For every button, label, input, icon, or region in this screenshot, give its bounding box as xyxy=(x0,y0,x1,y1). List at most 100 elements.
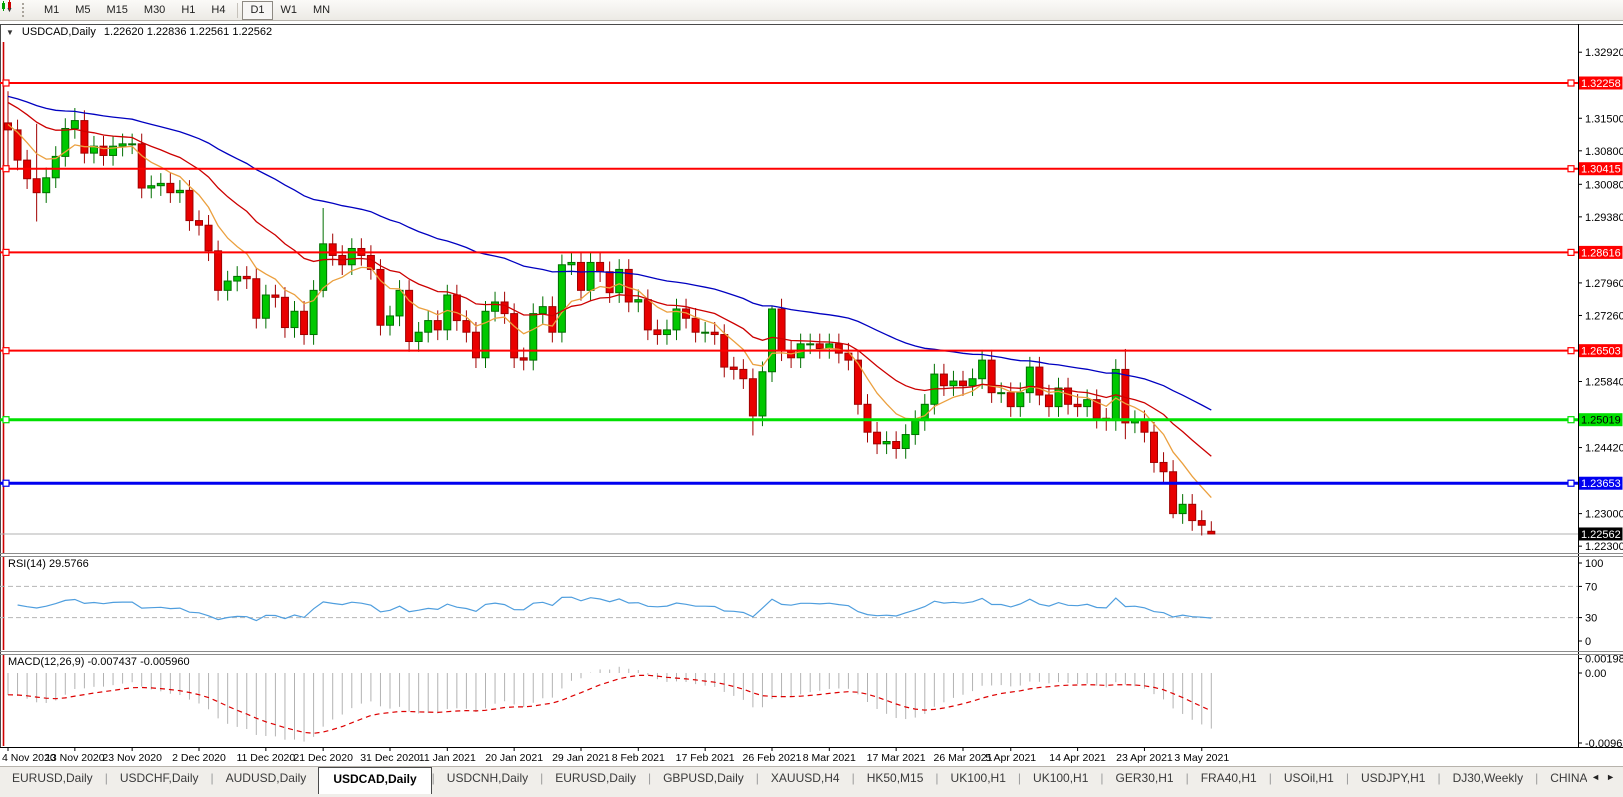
ma-line-8[interactable] xyxy=(7,123,1212,499)
candle-body xyxy=(70,120,79,129)
tab-xauusd-h4[interactable]: XAUUSD,H4 xyxy=(759,767,852,789)
chart-type-button[interactable]: ▼ xyxy=(2,0,16,15)
tab-eurusd-daily[interactable]: EURUSD,Daily xyxy=(543,767,648,789)
candle-body xyxy=(978,359,987,380)
rsi-axis-label: 0 xyxy=(1585,636,1591,648)
candle-body xyxy=(462,320,471,333)
date-tick-label: 11 Jan 2021 xyxy=(419,752,476,764)
tab-eurusd-daily[interactable]: EURUSD,Daily xyxy=(0,767,105,789)
timeframe-button-m30[interactable]: M30 xyxy=(136,1,173,20)
collapse-triangle-icon[interactable]: ▼ xyxy=(6,28,14,37)
price-tick-label: 1.25840 xyxy=(1585,377,1623,389)
date-tick-label: 17 Mar 2021 xyxy=(867,752,926,764)
date-tick-label: 23 Apr 2021 xyxy=(1116,752,1173,764)
tab-gbpusd-daily[interactable]: GBPUSD,Daily xyxy=(651,767,756,789)
candle-body xyxy=(815,343,824,349)
tab-usoil-h1[interactable]: USOil,H1 xyxy=(1272,767,1346,789)
tab-usdjpy-h1[interactable]: USDJPY,H1 xyxy=(1349,767,1437,789)
current-price-text: 1.22562 xyxy=(1581,529,1621,541)
candle-body xyxy=(347,247,356,266)
candle-body xyxy=(1159,461,1168,473)
macd-label: MACD(12,26,9) -0.007437 -0.005960 xyxy=(8,656,190,668)
tab-scroll-arrows: ◄ ► xyxy=(1587,767,1623,782)
date-tick-label: 29 Jan 2021 xyxy=(552,752,610,764)
timeframe-button-m5[interactable]: M5 xyxy=(67,1,98,20)
hline-handle[interactable] xyxy=(1567,479,1575,487)
hline-handle[interactable] xyxy=(1567,79,1575,87)
candle-body xyxy=(1197,520,1206,526)
candle-body xyxy=(691,317,700,333)
price-tick-label: 1.30800 xyxy=(1585,146,1623,158)
date-tick-label: 31 Dec 2020 xyxy=(360,752,420,764)
date-tick-label: 23 Nov 2020 xyxy=(102,752,162,764)
date-tick-label: 8 Feb 2021 xyxy=(612,752,665,764)
hline-handle[interactable] xyxy=(1567,347,1575,355)
timeframe-button-w1[interactable]: W1 xyxy=(273,1,306,20)
candle-body xyxy=(51,155,60,179)
candle-body xyxy=(911,420,920,436)
tab-uk100-h1[interactable]: UK100,H1 xyxy=(939,767,1018,789)
candle-body xyxy=(185,189,194,222)
candle-body xyxy=(1178,503,1187,515)
timeframe-button-m15[interactable]: M15 xyxy=(99,1,136,20)
hline-handle[interactable] xyxy=(1567,416,1575,424)
hline-handle[interactable] xyxy=(2,165,10,173)
rsi-line xyxy=(17,596,1212,622)
date-tick-label: 11 Dec 2020 xyxy=(236,752,295,764)
tab-uk100-h1[interactable]: UK100,H1 xyxy=(1021,767,1100,789)
candle-body xyxy=(1169,471,1178,515)
scroll-left-icon[interactable]: ◄ xyxy=(1591,772,1600,782)
timeframe-button-d1[interactable]: D1 xyxy=(242,0,273,20)
tab-usdcnh-daily[interactable]: USDCNH,Daily xyxy=(435,767,540,789)
candle-body xyxy=(653,329,662,336)
tab-hk50-m15[interactable]: HK50,M15 xyxy=(855,767,936,789)
rsi-axis-label: 70 xyxy=(1585,581,1597,593)
hline-handle[interactable] xyxy=(1567,248,1575,256)
price-tick-label: 1.24420 xyxy=(1585,443,1623,455)
hline-handle[interactable] xyxy=(2,416,10,424)
timeframe-button-m1[interactable]: M1 xyxy=(36,1,67,20)
tab-dj30-weekly[interactable]: DJ30,Weekly xyxy=(1441,767,1535,789)
tab-usdchf-daily[interactable]: USDCHF,Daily xyxy=(108,767,211,789)
scroll-right-icon[interactable]: ► xyxy=(1606,772,1615,782)
candle-body xyxy=(32,178,41,194)
tab-audusd-daily[interactable]: AUDUSD,Daily xyxy=(214,767,319,789)
candle-body xyxy=(1044,394,1053,408)
hline-handle[interactable] xyxy=(1567,165,1575,173)
candle-body xyxy=(1016,392,1025,408)
candle-body xyxy=(195,220,203,226)
timeframe-button-h4[interactable]: H4 xyxy=(203,1,233,20)
candle-body xyxy=(128,143,137,146)
tab-ger30-h1[interactable]: GER30,H1 xyxy=(1104,767,1186,789)
toolbar-separator xyxy=(237,2,239,18)
candle-body xyxy=(433,320,442,331)
candle-body xyxy=(271,294,280,298)
timeframe-button-h1[interactable]: H1 xyxy=(173,1,203,20)
date-tick-label: 21 Dec 2020 xyxy=(293,752,353,764)
candle-body xyxy=(557,264,566,333)
candle-body xyxy=(223,280,232,291)
candle-body xyxy=(214,250,223,291)
price-tick-label: 1.29380 xyxy=(1585,212,1623,224)
candle-body xyxy=(739,368,748,380)
macd-axis-label: 0.00 xyxy=(1585,668,1606,680)
toolbar-grip[interactable] xyxy=(21,3,30,17)
candle-body xyxy=(1140,420,1149,433)
chart-tabs: EURUSD,Daily | USDCHF,Daily | AUDUSD,Daily US… xyxy=(0,767,1587,794)
hline-handle[interactable] xyxy=(2,248,10,256)
chart-title-ohlc: 1.22620 1.22836 1.22561 1.22562 xyxy=(103,26,273,38)
candle-body xyxy=(1035,366,1044,396)
hline-handle[interactable] xyxy=(2,479,10,487)
tab-fra40-h1[interactable]: FRA40,H1 xyxy=(1189,767,1269,789)
price-chart[interactable]: 1.32258 1.30415 1.28616 1.26503 1.25019 1.236… xyxy=(0,0,1623,766)
tab-usdcad-daily[interactable]: USDCAD,Daily xyxy=(318,767,432,794)
candle-body xyxy=(748,378,757,417)
candle-body xyxy=(710,331,719,336)
hline-handle[interactable] xyxy=(2,347,10,355)
candle-body xyxy=(968,378,977,387)
tab-china300-h1[interactable]: CHINA300,H1 xyxy=(1538,767,1587,789)
candle-body xyxy=(452,294,461,322)
price-tick-label: 1.30080 xyxy=(1585,179,1623,191)
hline-handle[interactable] xyxy=(2,79,10,87)
timeframe-button-mn[interactable]: MN xyxy=(305,1,338,20)
